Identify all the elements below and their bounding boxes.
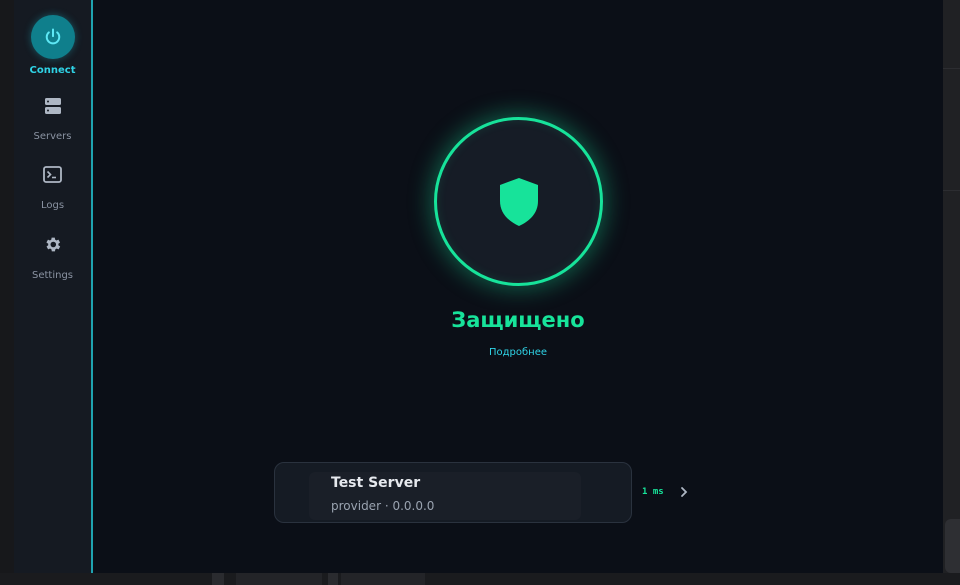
sidebar-item-connect[interactable]: Connect (14, 15, 91, 76)
taskbar (0, 573, 960, 585)
servers-icon (44, 98, 61, 114)
sidebar-item-servers[interactable]: Servers (14, 97, 91, 142)
sidebar-item-label: Logs (40, 200, 65, 211)
connection-status: Защищено (451, 308, 585, 332)
sidebar-item-label: Servers (33, 131, 72, 142)
desktop-widget (945, 519, 960, 573)
power-icon (45, 28, 60, 45)
taskbar-item (328, 573, 338, 585)
taskbar-item (341, 573, 425, 585)
desktop-edge-right (943, 0, 960, 585)
server-name: Test Server (331, 475, 421, 491)
terminal-icon (43, 166, 62, 183)
connection-toggle[interactable] (434, 117, 603, 286)
power-button[interactable] (30, 15, 75, 59)
desktop-divider (943, 68, 960, 69)
desktop-edge-left (0, 0, 14, 585)
sidebar-item-label: Connect (29, 65, 76, 76)
sidebar-item-logs[interactable]: Logs (14, 166, 91, 211)
desktop-divider (943, 190, 960, 191)
chevron-right-icon[interactable] (679, 486, 689, 498)
gear-icon (46, 237, 61, 252)
ping-value: 1 ms (642, 487, 664, 497)
sidebar-item-label: Settings (31, 270, 73, 281)
sidebar: Connect Servers Logs Settings (14, 0, 93, 573)
details-link[interactable]: Подробнее (93, 347, 943, 358)
taskbar-item (236, 573, 322, 585)
sidebar-item-settings[interactable]: Settings (14, 235, 91, 281)
taskbar-item (212, 573, 224, 585)
shield-icon (499, 177, 538, 226)
app-window: Connect Servers Logs Settings Защищено П… (14, 0, 943, 573)
server-address: provider · 0.0.0.0 (331, 499, 435, 513)
